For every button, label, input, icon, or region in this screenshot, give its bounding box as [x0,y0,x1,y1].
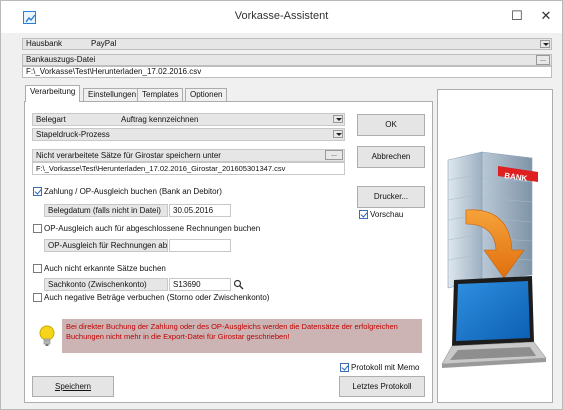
zahlung-label: Zahlung / OP-Ausgleich buchen (Bank an D… [44,187,222,196]
chevron-down-icon[interactable] [540,40,550,48]
stapeldruck-combo[interactable]: Stapeldruck-Prozess [32,128,345,141]
search-icon[interactable] [233,279,244,290]
window-title: Vorkasse-Assistent [234,10,329,22]
unprocessed-path-field[interactable]: F:\_Vorkasse\Test\Herunterladen_17.02.20… [32,162,345,175]
belegdatum-field[interactable]: 30.05.2016 [169,204,231,217]
op-closed-label: OP-Ausgleich auch für abgeschlossene Rec… [44,224,261,233]
close-button[interactable]: ✕ [536,7,556,25]
zahlung-checkbox[interactable] [33,187,42,196]
printer-button[interactable]: Drucker... [357,186,425,208]
bankauszug-label: Bankauszugs-Datei [26,55,96,64]
title-bar: Vorkasse-Assistent ☐ ✕ [1,1,562,33]
op-ab-label: OP-Ausgleich für Rechnungen ab [44,239,168,252]
bankauszug-browse-button[interactable]: ... [536,55,550,65]
cancel-button[interactable]: Abbrechen [357,146,425,168]
stapeldruck-label: Stapeldruck-Prozess [36,130,110,139]
op-ab-field[interactable] [169,239,231,252]
tab-verarbeitung[interactable]: Verarbeitung [25,85,81,102]
vorschau-label: Vorschau [370,210,404,219]
sachkonto-label: Sachkonto (Zwischenkonto) [44,278,168,291]
warning-message: Bei direkter Buchung der Zahlung oder de… [62,319,422,353]
protokoll-memo-checkbox[interactable] [340,363,349,372]
belegart-combo[interactable]: Belegart Auftrag kennzeichnen [32,113,345,126]
unknown-records-checkbox[interactable] [33,264,42,273]
negative-amounts-label: Auch negative Beträge verbuchen (Storno … [44,293,270,302]
hausbank-value: PayPal [91,39,117,48]
save-button-label: Speichern [54,382,92,391]
belegart-label: Belegart [36,115,66,124]
protokoll-memo-label: Protokoll mit Memo [351,363,420,372]
belegart-value: Auftrag kennzeichnen [121,115,199,124]
bank-laptop-illustration: BANK [441,151,547,368]
unprocessed-browse-button[interactable]: ... [325,150,343,160]
vorkasse-assistent-window: Vorkasse-Assistent ☐ ✕ Hausbank PayPal B… [0,0,563,410]
bankauszug-header: Bankauszugs-Datei ... [22,54,552,66]
hausbank-combo[interactable]: Hausbank PayPal [22,38,552,50]
tab-einstellungen[interactable]: Einstellungen [83,88,142,102]
op-closed-checkbox[interactable] [33,224,42,233]
ok-button[interactable]: OK [357,114,425,136]
maximize-button[interactable]: ☐ [507,7,527,25]
hausbank-label: Hausbank [26,39,63,48]
bankauszug-path-field[interactable]: F:\_Vorkasse\Test\Herunterladen_17.02.20… [22,66,552,78]
vorschau-checkbox[interactable] [359,210,368,219]
sachkonto-field[interactable]: S13690 [169,278,231,291]
chevron-down-icon[interactable] [333,115,343,123]
save-button[interactable]: Speichern [32,376,114,397]
unprocessed-label: Nicht verarbeitete Sätze für Girostar sp… [36,151,221,160]
last-log-button[interactable]: Letztes Protokoll [339,376,425,397]
chevron-down-icon[interactable] [333,130,343,138]
tab-optionen[interactable]: Optionen [185,88,228,102]
negative-amounts-checkbox[interactable] [33,293,42,302]
tab-templates[interactable]: Templates [137,88,184,102]
belegdatum-label: Belegdatum (falls nicht in Datei) [44,204,168,217]
unknown-records-label: Auch nicht erkannte Sätze buchen [44,264,166,273]
unprocessed-header: Nicht verarbeitete Sätze für Girostar sp… [32,149,345,162]
lightbulb-icon [38,324,56,348]
illustration-panel: BANK [437,89,553,403]
